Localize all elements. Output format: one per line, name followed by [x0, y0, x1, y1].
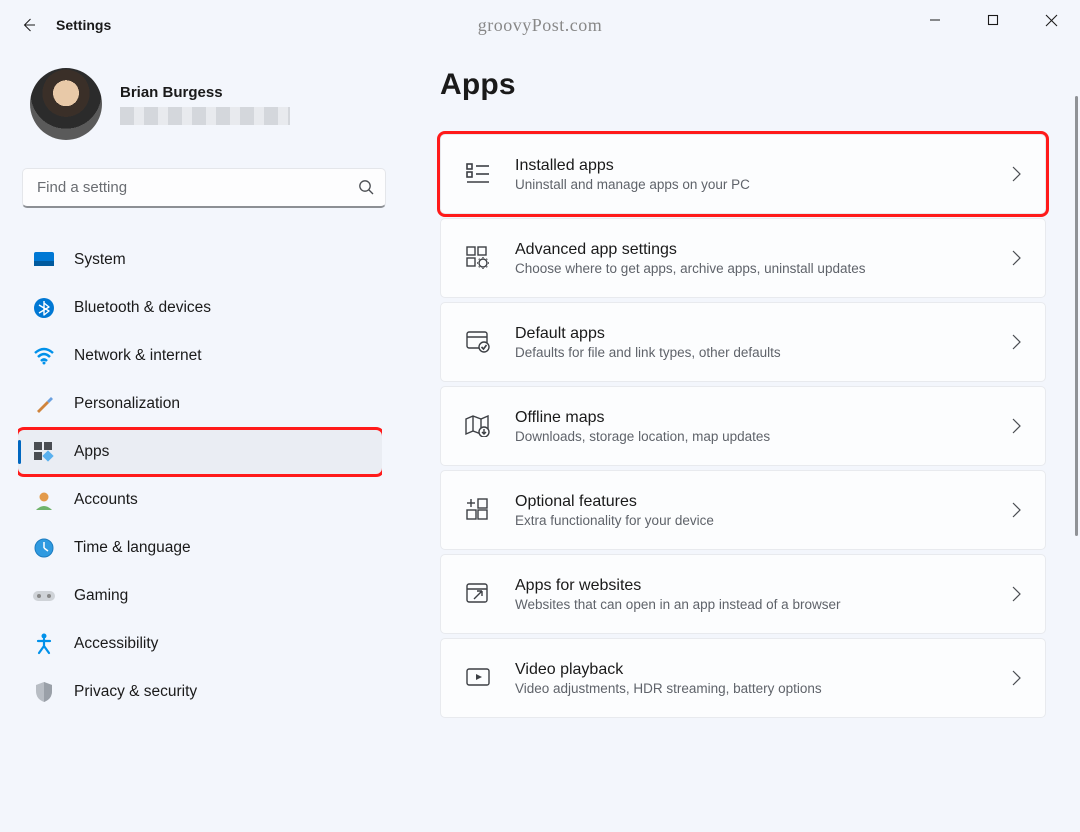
card-title: Optional features	[515, 493, 988, 511]
sidebar: Brian Burgess System Bluetooth & devices…	[0, 50, 400, 832]
card-title: Apps for websites	[515, 577, 988, 595]
card-installed-apps[interactable]: Installed apps Uninstall and manage apps …	[440, 134, 1046, 214]
card-video-playback[interactable]: Video playback Video adjustments, HDR str…	[440, 638, 1046, 718]
list-icon	[465, 161, 491, 187]
sidebar-item-system[interactable]: System	[18, 238, 382, 282]
window-check-icon	[465, 329, 491, 355]
sidebar-item-privacy[interactable]: Privacy & security	[18, 670, 382, 714]
grid-gear-icon	[465, 245, 491, 271]
sidebar-item-label: Personalization	[74, 395, 180, 413]
accessibility-icon	[32, 632, 56, 656]
card-subtitle: Choose where to get apps, archive apps, …	[515, 261, 988, 276]
card-subtitle: Uninstall and manage apps on your PC	[515, 177, 988, 192]
card-advanced-app-settings[interactable]: Advanced app settings Choose where to get…	[440, 218, 1046, 298]
sidebar-item-label: Bluetooth & devices	[74, 299, 211, 317]
card-title: Offline maps	[515, 409, 988, 427]
content-area: Apps Installed apps Uninstall and manage …	[400, 50, 1080, 832]
minimize-icon	[929, 14, 941, 26]
arrow-left-icon	[20, 17, 36, 33]
person-icon	[32, 488, 56, 512]
card-offline-maps[interactable]: Offline maps Downloads, storage location,…	[440, 386, 1046, 466]
search-icon	[358, 179, 375, 196]
card-subtitle: Video adjustments, HDR streaming, batter…	[515, 681, 988, 696]
shield-icon	[32, 680, 56, 704]
chevron-right-icon	[1012, 334, 1021, 350]
chevron-right-icon	[1012, 502, 1021, 518]
chevron-right-icon	[1012, 586, 1021, 602]
sidebar-item-gaming[interactable]: Gaming	[18, 574, 382, 618]
wifi-icon	[32, 344, 56, 368]
titlebar: Settings groovyPost.com	[0, 0, 1080, 50]
sidebar-item-bluetooth[interactable]: Bluetooth & devices	[18, 286, 382, 330]
chevron-right-icon	[1012, 418, 1021, 434]
card-default-apps[interactable]: Default apps Defaults for file and link t…	[440, 302, 1046, 382]
card-subtitle: Extra functionality for your device	[515, 513, 988, 528]
sidebar-item-label: Apps	[74, 443, 109, 461]
chevron-right-icon	[1012, 166, 1021, 182]
card-title: Advanced app settings	[515, 241, 988, 259]
sidebar-item-apps[interactable]: Apps	[18, 430, 382, 474]
maximize-icon	[987, 14, 999, 26]
scrollbar[interactable]	[1074, 0, 1078, 832]
maximize-button[interactable]	[964, 0, 1022, 40]
minimize-button[interactable]	[906, 0, 964, 40]
window-arrow-icon	[465, 581, 491, 607]
card-title: Video playback	[515, 661, 988, 679]
card-subtitle: Websites that can open in an app instead…	[515, 597, 988, 612]
bluetooth-icon	[32, 296, 56, 320]
sidebar-item-label: Accessibility	[74, 635, 158, 653]
gamepad-icon	[32, 584, 56, 608]
map-download-icon	[465, 413, 491, 439]
card-subtitle: Defaults for file and link types, other …	[515, 345, 988, 360]
sidebar-item-accessibility[interactable]: Accessibility	[18, 622, 382, 666]
window-controls	[906, 0, 1080, 40]
sidebar-item-label: Time & language	[74, 539, 191, 557]
sidebar-item-label: System	[74, 251, 126, 269]
watermark-text: groovyPost.com	[478, 15, 603, 36]
card-title: Installed apps	[515, 157, 988, 175]
close-button[interactable]	[1022, 0, 1080, 40]
chevron-right-icon	[1012, 250, 1021, 266]
sidebar-item-label: Privacy & security	[74, 683, 197, 701]
sidebar-item-label: Accounts	[74, 491, 138, 509]
grid-plus-icon	[465, 497, 491, 523]
scrollbar-thumb[interactable]	[1075, 96, 1078, 536]
system-icon	[32, 248, 56, 272]
close-icon	[1045, 14, 1058, 27]
paintbrush-icon	[32, 392, 56, 416]
card-apps-for-websites[interactable]: Apps for websites Websites that can open …	[440, 554, 1046, 634]
sidebar-item-timelang[interactable]: Time & language	[18, 526, 382, 570]
settings-card-list: Installed apps Uninstall and manage apps …	[440, 134, 1046, 718]
avatar	[30, 68, 102, 140]
account-block[interactable]: Brian Burgess	[18, 68, 382, 140]
account-email-redacted	[120, 107, 290, 125]
sidebar-item-personalization[interactable]: Personalization	[18, 382, 382, 426]
nav-list: System Bluetooth & devices Network & int…	[18, 238, 382, 714]
sidebar-item-network[interactable]: Network & internet	[18, 334, 382, 378]
window-title: Settings	[56, 17, 111, 33]
apps-icon	[32, 440, 56, 464]
search-box[interactable]	[22, 168, 386, 208]
card-subtitle: Downloads, storage location, map updates	[515, 429, 988, 444]
clock-globe-icon	[32, 536, 56, 560]
account-info: Brian Burgess	[120, 84, 290, 125]
video-icon	[465, 665, 491, 691]
card-optional-features[interactable]: Optional features Extra functionality for…	[440, 470, 1046, 550]
search-input[interactable]	[37, 179, 358, 196]
page-title: Apps	[440, 68, 1046, 102]
sidebar-item-label: Network & internet	[74, 347, 202, 365]
account-name: Brian Burgess	[120, 84, 290, 101]
sidebar-item-label: Gaming	[74, 587, 128, 605]
card-title: Default apps	[515, 325, 988, 343]
chevron-right-icon	[1012, 670, 1021, 686]
sidebar-item-accounts[interactable]: Accounts	[18, 478, 382, 522]
back-button[interactable]	[8, 5, 48, 45]
